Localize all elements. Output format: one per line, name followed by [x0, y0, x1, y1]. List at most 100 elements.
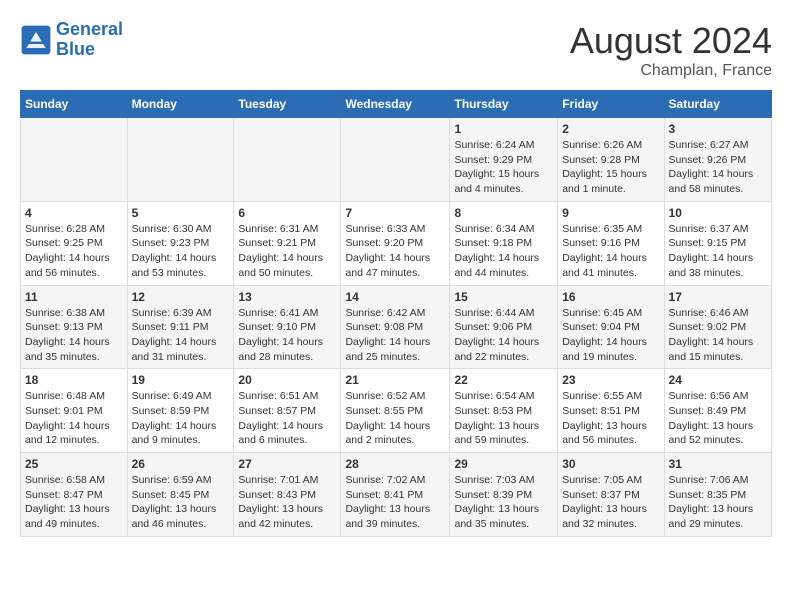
day-info: Sunrise: 6:33 AM Sunset: 9:20 PM Dayligh…: [345, 222, 445, 281]
calendar-cell: 3 Sunrise: 6:27 AM Sunset: 9:26 PM Daylig…: [664, 118, 771, 202]
day-number: 17: [669, 290, 767, 304]
column-header-sunday: Sunday: [21, 91, 128, 118]
calendar-cell: 15 Sunrise: 6:44 AM Sunset: 9:06 PM Dayli…: [450, 285, 558, 369]
day-number: 26: [132, 457, 230, 471]
calendar-cell: [21, 118, 128, 202]
day-number: 6: [238, 206, 336, 220]
day-number: 3: [669, 122, 767, 136]
logo: General Blue: [20, 20, 123, 60]
day-number: 20: [238, 373, 336, 387]
day-number: 2: [562, 122, 659, 136]
day-number: 24: [669, 373, 767, 387]
day-number: 18: [25, 373, 123, 387]
day-number: 31: [669, 457, 767, 471]
day-info: Sunrise: 6:52 AM Sunset: 8:55 PM Dayligh…: [345, 389, 445, 448]
calendar-cell: 20 Sunrise: 6:51 AM Sunset: 8:57 PM Dayli…: [234, 369, 341, 453]
day-info: Sunrise: 6:42 AM Sunset: 9:08 PM Dayligh…: [345, 306, 445, 365]
day-info: Sunrise: 6:54 AM Sunset: 8:53 PM Dayligh…: [454, 389, 553, 448]
logo-text: General Blue: [56, 20, 123, 60]
column-header-saturday: Saturday: [664, 91, 771, 118]
calendar-cell: 2 Sunrise: 6:26 AM Sunset: 9:28 PM Daylig…: [558, 118, 664, 202]
day-number: 4: [25, 206, 123, 220]
calendar-cell: 13Sunrise: 6:41 AM Sunset: 9:10 PM Dayli…: [234, 285, 341, 369]
calendar-table: SundayMondayTuesdayWednesdayThursdayFrid…: [20, 90, 772, 537]
calendar-header-row: SundayMondayTuesdayWednesdayThursdayFrid…: [21, 91, 772, 118]
calendar-cell: 17 Sunrise: 6:46 AM Sunset: 9:02 PM Dayli…: [664, 285, 771, 369]
day-info: Sunrise: 7:03 AM Sunset: 8:39 PM Dayligh…: [454, 473, 553, 532]
calendar-cell: 19Sunrise: 6:49 AM Sunset: 8:59 PM Dayli…: [127, 369, 234, 453]
day-number: 13: [238, 290, 336, 304]
day-info: Sunrise: 6:44 AM Sunset: 9:06 PM Dayligh…: [454, 306, 553, 365]
calendar-cell: [341, 118, 450, 202]
calendar-cell: 31 Sunrise: 7:06 AM Sunset: 8:35 PM Dayli…: [664, 453, 771, 537]
week-row-3: 11Sunrise: 6:38 AM Sunset: 9:13 PM Dayli…: [21, 285, 772, 369]
day-info: Sunrise: 6:30 AM Sunset: 9:23 PM Dayligh…: [132, 222, 230, 281]
day-info: Sunrise: 7:05 AM Sunset: 8:37 PM Dayligh…: [562, 473, 659, 532]
calendar-cell: 18 Sunrise: 6:48 AM Sunset: 9:01 PM Dayli…: [21, 369, 128, 453]
day-info: Sunrise: 6:56 AM Sunset: 8:49 PM Dayligh…: [669, 389, 767, 448]
day-number: 7: [345, 206, 445, 220]
day-info: Sunrise: 6:24 AM Sunset: 9:29 PM Dayligh…: [454, 138, 553, 197]
day-number: 15: [454, 290, 553, 304]
main-title: August 2024: [570, 20, 772, 62]
day-number: 21: [345, 373, 445, 387]
day-number: 22: [454, 373, 553, 387]
day-info: Sunrise: 6:39 AM Sunset: 9:11 PM Dayligh…: [132, 306, 230, 365]
day-info: Sunrise: 6:27 AM Sunset: 9:26 PM Dayligh…: [669, 138, 767, 197]
calendar-cell: 28 Sunrise: 7:02 AM Sunset: 8:41 PM Dayli…: [341, 453, 450, 537]
column-header-friday: Friday: [558, 91, 664, 118]
calendar-cell: 5 Sunrise: 6:30 AM Sunset: 9:23 PM Daylig…: [127, 201, 234, 285]
day-number: 29: [454, 457, 553, 471]
day-info: Sunrise: 6:51 AM Sunset: 8:57 PM Dayligh…: [238, 389, 336, 448]
day-info: Sunrise: 6:46 AM Sunset: 9:02 PM Dayligh…: [669, 306, 767, 365]
day-number: 23: [562, 373, 659, 387]
day-info: Sunrise: 7:02 AM Sunset: 8:41 PM Dayligh…: [345, 473, 445, 532]
day-info: Sunrise: 7:06 AM Sunset: 8:35 PM Dayligh…: [669, 473, 767, 532]
logo-icon: [20, 24, 52, 56]
calendar-cell: 21 Sunrise: 6:52 AM Sunset: 8:55 PM Dayli…: [341, 369, 450, 453]
day-number: 25: [25, 457, 123, 471]
column-header-tuesday: Tuesday: [234, 91, 341, 118]
day-number: 8: [454, 206, 553, 220]
page-header: General Blue August 2024 Champlan, Franc…: [20, 20, 772, 80]
day-info: Sunrise: 6:34 AM Sunset: 9:18 PM Dayligh…: [454, 222, 553, 281]
day-number: 19: [132, 373, 230, 387]
column-header-wednesday: Wednesday: [341, 91, 450, 118]
day-number: 16: [562, 290, 659, 304]
calendar-cell: 8 Sunrise: 6:34 AM Sunset: 9:18 PM Daylig…: [450, 201, 558, 285]
day-info: Sunrise: 6:37 AM Sunset: 9:15 PM Dayligh…: [669, 222, 767, 281]
calendar-cell: 1 Sunrise: 6:24 AM Sunset: 9:29 PM Daylig…: [450, 118, 558, 202]
calendar-cell: 9Sunrise: 6:35 AM Sunset: 9:16 PM Daylig…: [558, 201, 664, 285]
day-number: 1: [454, 122, 553, 136]
day-number: 5: [132, 206, 230, 220]
day-info: Sunrise: 6:38 AM Sunset: 9:13 PM Dayligh…: [25, 306, 123, 365]
calendar-cell: [234, 118, 341, 202]
logo-line1: General: [56, 19, 123, 39]
calendar-cell: 22 Sunrise: 6:54 AM Sunset: 8:53 PM Dayli…: [450, 369, 558, 453]
day-info: Sunrise: 6:35 AM Sunset: 9:16 PM Dayligh…: [562, 222, 659, 281]
column-header-thursday: Thursday: [450, 91, 558, 118]
column-header-monday: Monday: [127, 91, 234, 118]
day-info: Sunrise: 6:31 AM Sunset: 9:21 PM Dayligh…: [238, 222, 336, 281]
calendar-cell: 30Sunrise: 7:05 AM Sunset: 8:37 PM Dayli…: [558, 453, 664, 537]
day-info: Sunrise: 6:26 AM Sunset: 9:28 PM Dayligh…: [562, 138, 659, 197]
week-row-2: 4Sunrise: 6:28 AM Sunset: 9:25 PM Daylig…: [21, 201, 772, 285]
week-row-4: 18 Sunrise: 6:48 AM Sunset: 9:01 PM Dayli…: [21, 369, 772, 453]
calendar-cell: 6 Sunrise: 6:31 AM Sunset: 9:21 PM Daylig…: [234, 201, 341, 285]
calendar-cell: 25 Sunrise: 6:58 AM Sunset: 8:47 PM Dayli…: [21, 453, 128, 537]
calendar-cell: 4Sunrise: 6:28 AM Sunset: 9:25 PM Daylig…: [21, 201, 128, 285]
week-row-1: 1 Sunrise: 6:24 AM Sunset: 9:29 PM Daylig…: [21, 118, 772, 202]
calendar-cell: 24 Sunrise: 6:56 AM Sunset: 8:49 PM Dayli…: [664, 369, 771, 453]
subtitle: Champlan, France: [570, 62, 772, 80]
day-info: Sunrise: 6:58 AM Sunset: 8:47 PM Dayligh…: [25, 473, 123, 532]
day-info: Sunrise: 6:59 AM Sunset: 8:45 PM Dayligh…: [132, 473, 230, 532]
day-number: 28: [345, 457, 445, 471]
day-info: Sunrise: 6:48 AM Sunset: 9:01 PM Dayligh…: [25, 389, 123, 448]
calendar-cell: [127, 118, 234, 202]
calendar-cell: 29 Sunrise: 7:03 AM Sunset: 8:39 PM Dayli…: [450, 453, 558, 537]
title-block: August 2024 Champlan, France: [570, 20, 772, 80]
logo-line2: Blue: [56, 39, 95, 59]
calendar-cell: 10Sunrise: 6:37 AM Sunset: 9:15 PM Dayli…: [664, 201, 771, 285]
week-row-5: 25 Sunrise: 6:58 AM Sunset: 8:47 PM Dayli…: [21, 453, 772, 537]
calendar-cell: 16Sunrise: 6:45 AM Sunset: 9:04 PM Dayli…: [558, 285, 664, 369]
